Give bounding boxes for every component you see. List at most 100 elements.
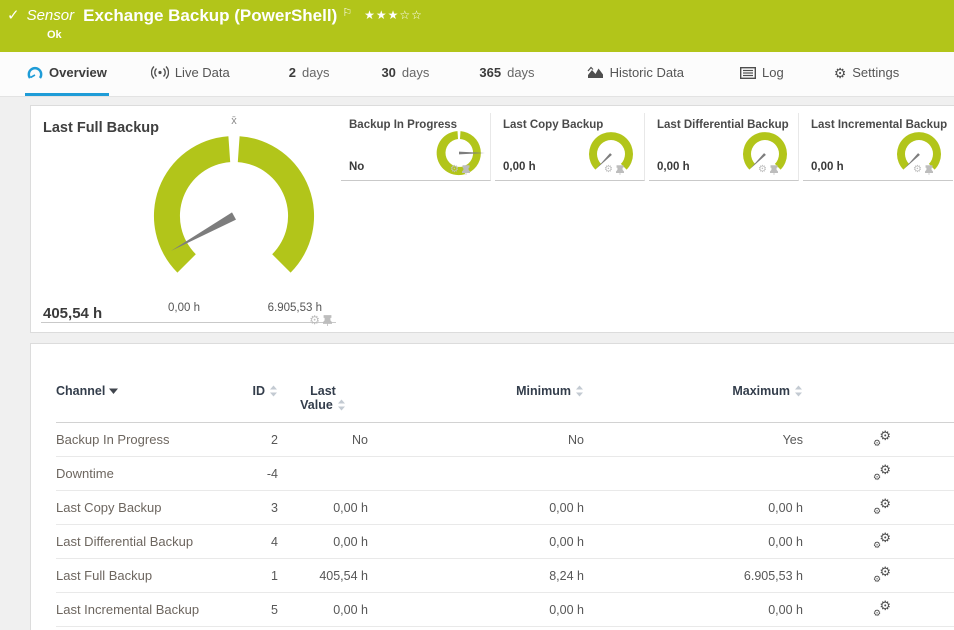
gauge-icon (27, 66, 43, 80)
live-data-icon (151, 66, 169, 79)
table-row: Last Differential Backup 4 0,00 h 0,00 h… (56, 525, 954, 559)
channel-maximum: 0,00 h (584, 603, 803, 617)
tab-bar: Overview Live Data 2days 30days 365days … (0, 52, 954, 97)
pin-icon[interactable] (323, 315, 332, 326)
channel-settings-icon[interactable]: ⚙ ⚙ (873, 498, 891, 514)
gauge-panel-backup-in-progress: Backup In Progress No ⚙ (341, 113, 491, 181)
channel-name-link[interactable]: Last Copy Backup (56, 500, 246, 515)
channel-minimum: 0,00 h (368, 501, 584, 515)
gauge-min-label: 0,00 h (168, 302, 200, 314)
tab-2-days[interactable]: 2days (287, 52, 332, 96)
tab-30-days[interactable]: 30days (379, 52, 431, 96)
sensor-header: ✓ Sensor Exchange Backup (PowerShell) ⚐ … (0, 0, 954, 52)
tab-label: Historic Data (610, 65, 684, 80)
gauge-value: 0,00 h (503, 161, 536, 173)
tab-label: Live Data (175, 65, 230, 80)
pin-icon[interactable] (616, 165, 624, 175)
sort-icon (794, 385, 803, 397)
channel-minimum: 0,00 h (368, 535, 584, 549)
gauge-panel-last-incremental-backup: Last Incremental Backup 0,00 h ⚙ (803, 113, 953, 181)
channel-maximum: 0,00 h (584, 535, 803, 549)
gauge-value: No (349, 161, 364, 173)
channels-card: Channel ID Last Value Minimum (30, 343, 954, 630)
channel-minimum: 8,24 h (368, 569, 584, 583)
gauge-settings-gear-icon[interactable]: ⚙ (913, 164, 922, 176)
channel-last-value: No (278, 433, 368, 447)
channel-name-link[interactable]: Downtime (56, 466, 246, 481)
status-check-icon: ✓ (7, 6, 20, 26)
sort-desc-icon (109, 388, 118, 394)
column-header-minimum[interactable]: Minimum (368, 384, 584, 398)
pin-icon[interactable] (462, 165, 470, 175)
average-marker: x̄ (231, 115, 237, 127)
column-header-last-value[interactable]: Last Value (278, 384, 368, 412)
log-icon (740, 67, 756, 79)
channel-table-body: Backup In Progress 2 No No Yes ⚙ ⚙ Downt… (56, 423, 954, 627)
column-header-maximum[interactable]: Maximum (584, 384, 803, 398)
tab-label: Overview (49, 65, 107, 80)
channel-id: 3 (246, 501, 278, 515)
sensor-title: Exchange Backup (PowerShell) (83, 6, 337, 26)
channel-name-link[interactable]: Last Full Backup (56, 568, 246, 583)
table-row: Last Incremental Backup 5 0,00 h 0,00 h … (56, 593, 954, 627)
gauge-settings-gear-icon[interactable]: ⚙ (309, 314, 320, 326)
channel-last-value: 0,00 h (278, 603, 368, 617)
channel-name-link[interactable]: Last Differential Backup (56, 534, 246, 549)
gauge-value: 0,00 h (811, 161, 844, 173)
table-row: Backup In Progress 2 No No Yes ⚙ ⚙ (56, 423, 954, 457)
gear-icon: ⚙ (834, 66, 847, 80)
gauge-last-full-backup: x̄ (134, 111, 334, 311)
channel-maximum: Yes (584, 433, 803, 447)
channel-settings-icon[interactable]: ⚙ ⚙ (873, 532, 891, 548)
gauge-settings-gear-icon[interactable]: ⚙ (758, 164, 767, 176)
sensor-status-badge: Ok (47, 29, 62, 41)
sort-icon (575, 385, 584, 397)
gauge-panel-last-full-backup: Last Full Backup x̄ 0,00 h 6.905,53 h 40… (41, 113, 336, 323)
tab-overview[interactable]: Overview (25, 52, 109, 96)
channel-id: 1 (246, 569, 278, 583)
channel-id: 4 (246, 535, 278, 549)
table-row: Last Full Backup 1 405,54 h 8,24 h 6.905… (56, 559, 954, 593)
table-row: Downtime -4 ⚙ ⚙ (56, 457, 954, 491)
gauge-value: 405,54 h (43, 305, 102, 322)
column-header-channel[interactable]: Channel (56, 384, 246, 398)
channel-last-value: 0,00 h (278, 535, 368, 549)
channel-minimum: No (368, 433, 584, 447)
table-row: Last Copy Backup 3 0,00 h 0,00 h 0,00 h … (56, 491, 954, 525)
gauge-panel-last-differential-backup: Last Differential Backup 0,00 h ⚙ (649, 113, 799, 181)
gauge-settings-gear-icon[interactable]: ⚙ (450, 164, 459, 176)
tab-log[interactable]: Log (738, 52, 786, 96)
tab-settings[interactable]: ⚙ Settings (832, 52, 902, 96)
channel-settings-icon[interactable]: ⚙ ⚙ (873, 600, 891, 616)
pin-icon[interactable] (925, 165, 933, 175)
pin-icon[interactable] (770, 165, 778, 175)
priority-stars[interactable]: ★★★☆☆ (364, 8, 423, 22)
channel-maximum: 6.905,53 h (584, 569, 803, 583)
channel-settings-icon[interactable]: ⚙ ⚙ (873, 464, 891, 480)
historic-data-icon (587, 66, 604, 79)
gauge-needle (459, 152, 485, 155)
gauge-panel-last-copy-backup: Last Copy Backup 0,00 h ⚙ (495, 113, 645, 181)
page-content: Last Full Backup x̄ 0,00 h 6.905,53 h 40… (0, 97, 954, 630)
channel-table-header: Channel ID Last Value Minimum (56, 384, 954, 423)
tab-label: Log (762, 65, 784, 80)
flag-icon[interactable]: ⚐ (342, 7, 352, 20)
channel-id: 5 (246, 603, 278, 617)
tab-label: Settings (852, 65, 899, 80)
channel-settings-icon[interactable]: ⚙ ⚙ (873, 566, 891, 582)
channel-id: -4 (246, 467, 278, 481)
channel-name-link[interactable]: Last Incremental Backup (56, 602, 246, 617)
tab-live-data[interactable]: Live Data (149, 52, 232, 96)
channel-name-link[interactable]: Backup In Progress (56, 432, 246, 447)
sort-icon (269, 385, 278, 397)
channel-table: Channel ID Last Value Minimum (31, 344, 954, 627)
tab-historic-data[interactable]: Historic Data (585, 52, 686, 96)
channel-last-value: 405,54 h (278, 569, 368, 583)
tab-365-days[interactable]: 365days (477, 52, 536, 96)
gauges-card: Last Full Backup x̄ 0,00 h 6.905,53 h 40… (30, 105, 954, 333)
channel-settings-icon[interactable]: ⚙ ⚙ (873, 430, 891, 446)
gauge-settings-gear-icon[interactable]: ⚙ (604, 164, 613, 176)
column-header-id[interactable]: ID (246, 384, 278, 398)
channel-minimum: 0,00 h (368, 603, 584, 617)
object-kind-label: Sensor (27, 6, 75, 26)
